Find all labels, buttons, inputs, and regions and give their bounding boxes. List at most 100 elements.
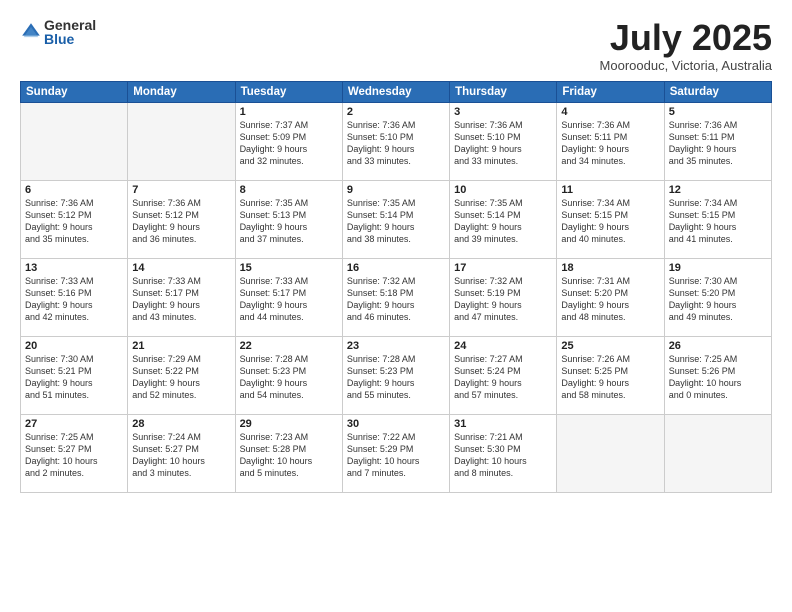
title-block: July 2025 Moorooduc, Victoria, Australia: [600, 18, 772, 73]
month-title: July 2025: [600, 18, 772, 58]
day-number: 17: [454, 262, 552, 274]
day-info: Sunrise: 7:33 AM Sunset: 5:17 PM Dayligh…: [240, 275, 338, 324]
day-info: Sunrise: 7:36 AM Sunset: 5:11 PM Dayligh…: [669, 119, 767, 168]
day-info: Sunrise: 7:30 AM Sunset: 5:20 PM Dayligh…: [669, 275, 767, 324]
calendar-cell: 16Sunrise: 7:32 AM Sunset: 5:18 PM Dayli…: [342, 258, 449, 336]
day-number: 13: [25, 262, 123, 274]
calendar-cell: 12Sunrise: 7:34 AM Sunset: 5:15 PM Dayli…: [664, 180, 771, 258]
day-number: 12: [669, 184, 767, 196]
day-number: 3: [454, 106, 552, 118]
day-info: Sunrise: 7:36 AM Sunset: 5:10 PM Dayligh…: [347, 119, 445, 168]
day-info: Sunrise: 7:36 AM Sunset: 5:12 PM Dayligh…: [25, 197, 123, 246]
day-info: Sunrise: 7:31 AM Sunset: 5:20 PM Dayligh…: [561, 275, 659, 324]
day-info: Sunrise: 7:23 AM Sunset: 5:28 PM Dayligh…: [240, 431, 338, 480]
calendar-cell: 21Sunrise: 7:29 AM Sunset: 5:22 PM Dayli…: [128, 336, 235, 414]
calendar-week-5: 27Sunrise: 7:25 AM Sunset: 5:27 PM Dayli…: [21, 414, 772, 492]
calendar-cell: 15Sunrise: 7:33 AM Sunset: 5:17 PM Dayli…: [235, 258, 342, 336]
calendar-cell: 8Sunrise: 7:35 AM Sunset: 5:13 PM Daylig…: [235, 180, 342, 258]
calendar-cell: 27Sunrise: 7:25 AM Sunset: 5:27 PM Dayli…: [21, 414, 128, 492]
calendar-cell: 14Sunrise: 7:33 AM Sunset: 5:17 PM Dayli…: [128, 258, 235, 336]
calendar-cell: 6Sunrise: 7:36 AM Sunset: 5:12 PM Daylig…: [21, 180, 128, 258]
calendar-cell: 2Sunrise: 7:36 AM Sunset: 5:10 PM Daylig…: [342, 102, 449, 180]
calendar-cell: 29Sunrise: 7:23 AM Sunset: 5:28 PM Dayli…: [235, 414, 342, 492]
day-number: 8: [240, 184, 338, 196]
logo-text: General Blue: [44, 18, 96, 46]
calendar-header-tuesday: Tuesday: [235, 81, 342, 102]
calendar-header-friday: Friday: [557, 81, 664, 102]
day-number: 31: [454, 418, 552, 430]
day-info: Sunrise: 7:32 AM Sunset: 5:18 PM Dayligh…: [347, 275, 445, 324]
day-number: 21: [132, 340, 230, 352]
header: General Blue July 2025 Moorooduc, Victor…: [20, 18, 772, 73]
calendar-cell: 13Sunrise: 7:33 AM Sunset: 5:16 PM Dayli…: [21, 258, 128, 336]
calendar-week-3: 13Sunrise: 7:33 AM Sunset: 5:16 PM Dayli…: [21, 258, 772, 336]
calendar-header-sunday: Sunday: [21, 81, 128, 102]
day-number: 19: [669, 262, 767, 274]
calendar-cell: 22Sunrise: 7:28 AM Sunset: 5:23 PM Dayli…: [235, 336, 342, 414]
calendar-cell: 31Sunrise: 7:21 AM Sunset: 5:30 PM Dayli…: [450, 414, 557, 492]
calendar-cell: 1Sunrise: 7:37 AM Sunset: 5:09 PM Daylig…: [235, 102, 342, 180]
day-info: Sunrise: 7:36 AM Sunset: 5:11 PM Dayligh…: [561, 119, 659, 168]
calendar-header-monday: Monday: [128, 81, 235, 102]
day-info: Sunrise: 7:27 AM Sunset: 5:24 PM Dayligh…: [454, 353, 552, 402]
page: General Blue July 2025 Moorooduc, Victor…: [0, 0, 792, 612]
day-info: Sunrise: 7:35 AM Sunset: 5:14 PM Dayligh…: [347, 197, 445, 246]
location: Moorooduc, Victoria, Australia: [600, 58, 772, 73]
calendar-cell: 24Sunrise: 7:27 AM Sunset: 5:24 PM Dayli…: [450, 336, 557, 414]
day-info: Sunrise: 7:24 AM Sunset: 5:27 PM Dayligh…: [132, 431, 230, 480]
day-number: 14: [132, 262, 230, 274]
day-info: Sunrise: 7:25 AM Sunset: 5:26 PM Dayligh…: [669, 353, 767, 402]
day-number: 30: [347, 418, 445, 430]
calendar-header-saturday: Saturday: [664, 81, 771, 102]
calendar-cell: 9Sunrise: 7:35 AM Sunset: 5:14 PM Daylig…: [342, 180, 449, 258]
day-number: 27: [25, 418, 123, 430]
calendar-week-4: 20Sunrise: 7:30 AM Sunset: 5:21 PM Dayli…: [21, 336, 772, 414]
calendar-cell: 11Sunrise: 7:34 AM Sunset: 5:15 PM Dayli…: [557, 180, 664, 258]
calendar-cell: 20Sunrise: 7:30 AM Sunset: 5:21 PM Dayli…: [21, 336, 128, 414]
day-info: Sunrise: 7:22 AM Sunset: 5:29 PM Dayligh…: [347, 431, 445, 480]
calendar-cell: [664, 414, 771, 492]
day-number: 16: [347, 262, 445, 274]
day-info: Sunrise: 7:35 AM Sunset: 5:14 PM Dayligh…: [454, 197, 552, 246]
calendar-cell: 4Sunrise: 7:36 AM Sunset: 5:11 PM Daylig…: [557, 102, 664, 180]
day-number: 6: [25, 184, 123, 196]
day-number: 1: [240, 106, 338, 118]
day-number: 10: [454, 184, 552, 196]
day-info: Sunrise: 7:36 AM Sunset: 5:10 PM Dayligh…: [454, 119, 552, 168]
day-info: Sunrise: 7:33 AM Sunset: 5:17 PM Dayligh…: [132, 275, 230, 324]
day-number: 15: [240, 262, 338, 274]
day-info: Sunrise: 7:25 AM Sunset: 5:27 PM Dayligh…: [25, 431, 123, 480]
calendar-cell: [128, 102, 235, 180]
day-number: 7: [132, 184, 230, 196]
logo-blue: Blue: [44, 32, 96, 46]
day-number: 26: [669, 340, 767, 352]
calendar-cell: 30Sunrise: 7:22 AM Sunset: 5:29 PM Dayli…: [342, 414, 449, 492]
calendar-cell: 19Sunrise: 7:30 AM Sunset: 5:20 PM Dayli…: [664, 258, 771, 336]
calendar-header-wednesday: Wednesday: [342, 81, 449, 102]
day-number: 20: [25, 340, 123, 352]
day-number: 29: [240, 418, 338, 430]
day-number: 23: [347, 340, 445, 352]
logo-general: General: [44, 18, 96, 32]
calendar-header-row: SundayMondayTuesdayWednesdayThursdayFrid…: [21, 81, 772, 102]
day-number: 5: [669, 106, 767, 118]
day-info: Sunrise: 7:30 AM Sunset: 5:21 PM Dayligh…: [25, 353, 123, 402]
calendar-cell: [21, 102, 128, 180]
logo-icon: [20, 21, 42, 43]
day-info: Sunrise: 7:34 AM Sunset: 5:15 PM Dayligh…: [669, 197, 767, 246]
day-number: 2: [347, 106, 445, 118]
day-info: Sunrise: 7:26 AM Sunset: 5:25 PM Dayligh…: [561, 353, 659, 402]
calendar-header-thursday: Thursday: [450, 81, 557, 102]
day-info: Sunrise: 7:28 AM Sunset: 5:23 PM Dayligh…: [240, 353, 338, 402]
day-info: Sunrise: 7:35 AM Sunset: 5:13 PM Dayligh…: [240, 197, 338, 246]
calendar-cell: 10Sunrise: 7:35 AM Sunset: 5:14 PM Dayli…: [450, 180, 557, 258]
day-info: Sunrise: 7:21 AM Sunset: 5:30 PM Dayligh…: [454, 431, 552, 480]
day-number: 4: [561, 106, 659, 118]
day-number: 28: [132, 418, 230, 430]
day-number: 24: [454, 340, 552, 352]
day-number: 9: [347, 184, 445, 196]
calendar-cell: 25Sunrise: 7:26 AM Sunset: 5:25 PM Dayli…: [557, 336, 664, 414]
day-info: Sunrise: 7:33 AM Sunset: 5:16 PM Dayligh…: [25, 275, 123, 324]
day-number: 18: [561, 262, 659, 274]
day-info: Sunrise: 7:29 AM Sunset: 5:22 PM Dayligh…: [132, 353, 230, 402]
